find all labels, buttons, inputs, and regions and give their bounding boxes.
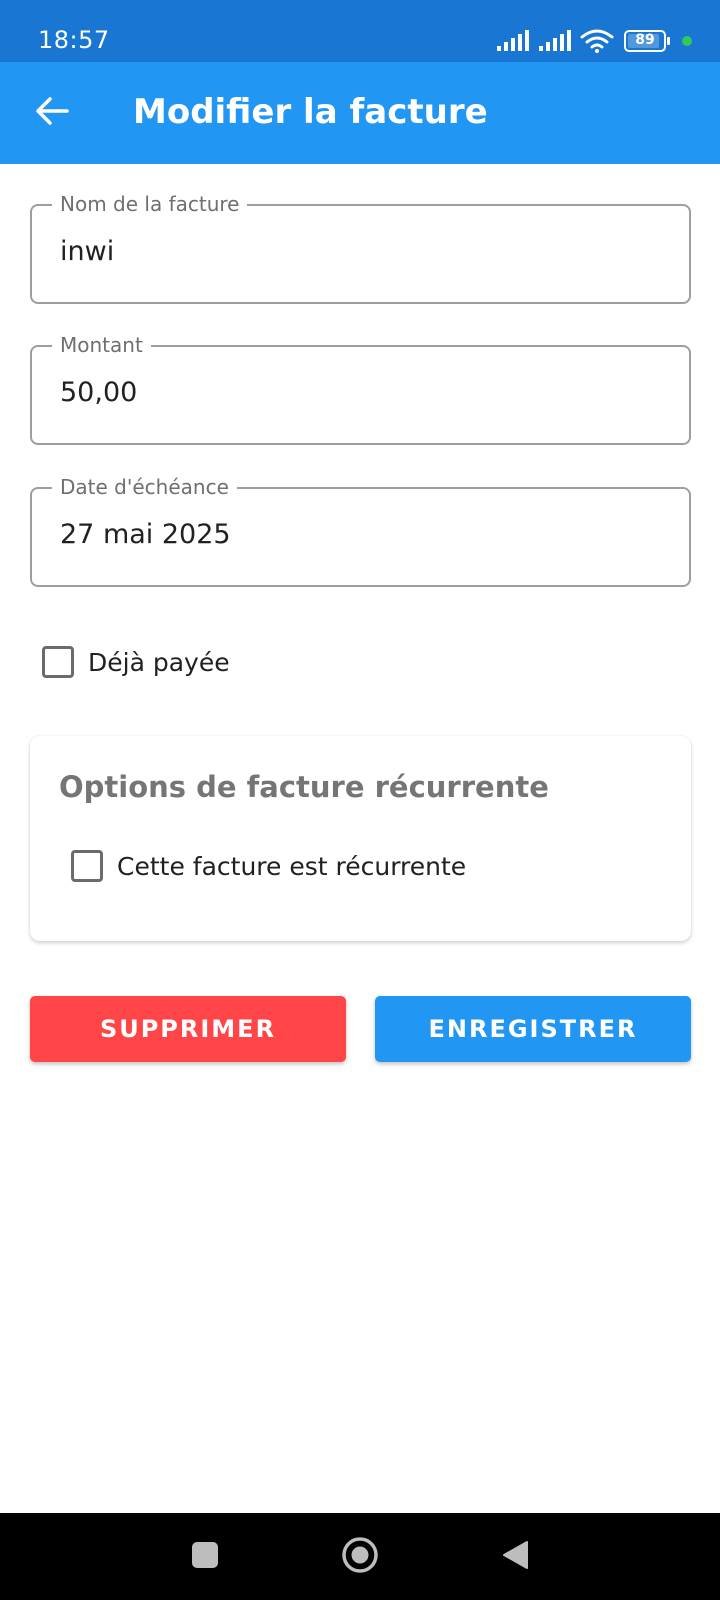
status-time: 18:57 — [38, 26, 110, 54]
wifi-icon — [580, 29, 614, 53]
invoice-name-label: Nom de la facture — [52, 192, 248, 216]
arrow-left-icon — [35, 96, 69, 131]
battery-level: 89 — [635, 32, 655, 48]
square-icon — [191, 1541, 219, 1574]
invoice-name-input[interactable] — [60, 236, 660, 267]
battery-icon: 89 — [624, 30, 672, 52]
amount-field[interactable]: Montant — [30, 333, 691, 445]
signal-icon — [538, 30, 574, 52]
invoice-name-field[interactable]: Nom de la facture — [30, 192, 691, 304]
delete-button[interactable]: SUPPRIMER — [30, 996, 346, 1062]
recent-apps-button[interactable] — [183, 1535, 227, 1579]
amount-input[interactable] — [60, 377, 660, 408]
recurring-checkbox[interactable] — [71, 850, 103, 882]
paid-checkbox[interactable] — [42, 646, 74, 678]
app-bar: Modifier la facture — [0, 62, 720, 164]
back-button[interactable] — [24, 85, 80, 141]
home-button[interactable] — [338, 1535, 382, 1579]
system-back-button[interactable] — [493, 1535, 537, 1579]
due-date-label: Date d'échéance — [52, 475, 237, 499]
status-icons: 89 — [496, 28, 692, 54]
due-date-field[interactable]: Date d'échéance — [30, 475, 691, 587]
home-circle-icon — [341, 1536, 379, 1579]
recurring-checkbox-row[interactable]: Cette facture est récurrente — [71, 850, 466, 882]
back-triangle-icon — [501, 1540, 529, 1575]
due-date-input[interactable] — [60, 519, 660, 550]
page-title: Modifier la facture — [133, 92, 488, 132]
paid-checkbox-label: Déjà payée — [88, 647, 230, 677]
notification-dot-icon — [682, 36, 692, 46]
recurring-options-card: Options de facture récurrente Cette fact… — [30, 736, 691, 941]
navigation-bar — [0, 1513, 720, 1600]
status-bar: 18:57 89 — [0, 0, 720, 62]
paid-checkbox-row[interactable]: Déjà payée — [42, 646, 230, 678]
recurring-checkbox-label: Cette facture est récurrente — [117, 851, 467, 881]
save-button[interactable]: ENREGISTRER — [375, 996, 691, 1062]
recurring-options-title: Options de facture récurrente — [59, 770, 549, 804]
amount-label: Montant — [52, 333, 151, 357]
signal-icon — [496, 30, 532, 52]
